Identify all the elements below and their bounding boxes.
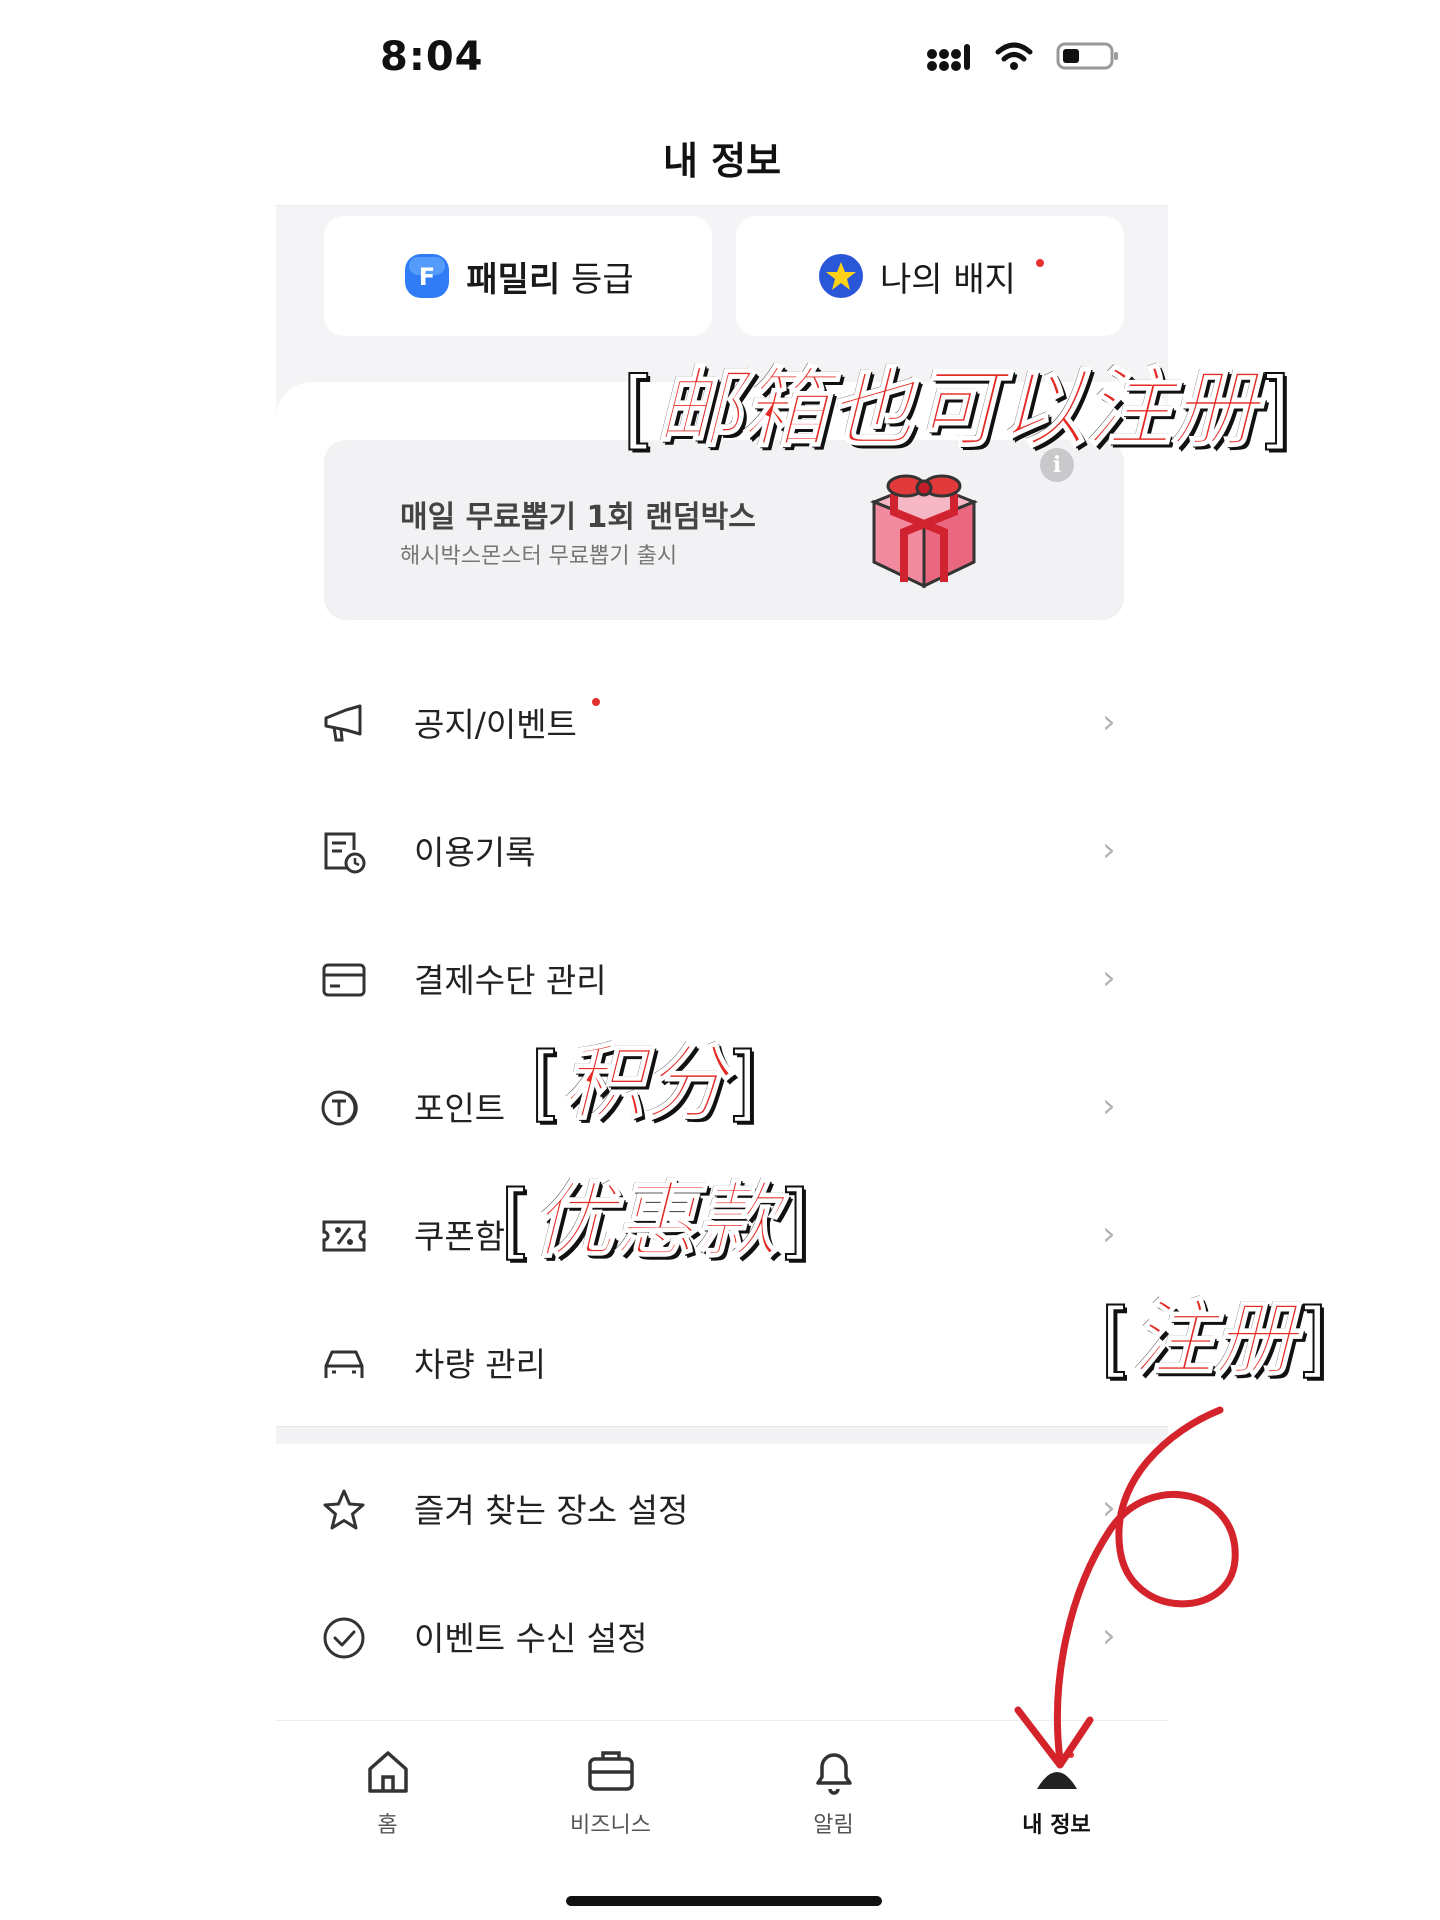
family-grade-label: 패밀리 등급 (466, 259, 634, 300)
menu-label: 쿠폰함 (414, 1217, 506, 1256)
chevron-right-icon: › (1102, 702, 1116, 742)
menu-label: 즐겨 찾는 장소 설정 (414, 1491, 689, 1530)
status-icons (926, 40, 1120, 72)
tab-label: 홈 (377, 1813, 398, 1838)
menu-label: 이용기록 (414, 833, 536, 872)
menu-item-history[interactable]: 이용기록 › (276, 786, 1168, 914)
annotation-email: [邮箱也可以注册] (621, 358, 1292, 460)
star-badge-icon (819, 254, 864, 298)
status-bar: 8:04 (0, 0, 1440, 110)
history-icon (324, 832, 366, 874)
family-grade-card[interactable]: F 패밀리 등급 (324, 216, 712, 336)
bell-icon (815, 1753, 852, 1795)
tab-label: 내 정보 (1022, 1813, 1091, 1838)
briefcase-icon (587, 1751, 634, 1791)
my-badge-label: 나의 배지 (880, 259, 1016, 300)
chevron-right-icon: › (1102, 958, 1116, 998)
wifi-icon (995, 42, 1033, 70)
my-badge-card[interactable]: 나의 배지 (736, 216, 1124, 336)
menu-label: 결제수단 관리 (414, 961, 607, 1000)
megaphone-icon (324, 704, 362, 742)
coupon-icon (322, 1220, 366, 1252)
top-cards: F 패밀리 등급 나의 배지 (324, 216, 1124, 336)
tab-label: 알림 (813, 1813, 854, 1838)
tab-business[interactable]: 비즈니스 (499, 1721, 722, 1860)
home-icon (367, 1751, 408, 1793)
car-icon (324, 1350, 364, 1378)
menu-label: 이벤트 수신 설정 (414, 1619, 648, 1658)
coin-icon (321, 1090, 358, 1126)
menu-item-notice-event[interactable]: 공지/이벤트 › (276, 658, 1168, 786)
card-icon (322, 963, 366, 997)
banner-subtitle: 해시박스몬스터 무료뽑기 출시 (400, 544, 678, 569)
svg-text:F: F (419, 263, 435, 291)
tab-label: 비즈니스 (570, 1813, 651, 1838)
app-header: 내 정보 (276, 110, 1168, 206)
notification-dot (1035, 259, 1044, 267)
tab-notifications[interactable]: 알림 (722, 1721, 945, 1860)
random-box-banner[interactable]: 매일 무료뽑기 1회 랜덤박스 해시박스몬스터 무료뽑기 출시 i (324, 440, 1124, 620)
home-indicator[interactable] (566, 1896, 882, 1906)
status-time: 8:04 (380, 34, 484, 80)
chevron-right-icon: › (1102, 830, 1116, 870)
check-circle-icon (323, 1617, 365, 1659)
tab-home[interactable]: 홈 (276, 1721, 499, 1860)
annotation-coupons: [优惠款] (499, 1173, 811, 1270)
menu-label: 포인트 (414, 1089, 506, 1128)
banner-title: 매일 무료뽑기 1회 랜덤박스 (400, 500, 756, 535)
annotation-points: [积分] (529, 1035, 759, 1132)
notification-dot (592, 698, 600, 706)
menu-label: 차량 관리 (414, 1345, 546, 1384)
gift-box-icon (869, 474, 979, 589)
chevron-right-icon: › (1102, 1214, 1116, 1254)
battery-icon (1056, 42, 1118, 70)
annotation-register: [注册] (1099, 1291, 1329, 1388)
menu-label: 공지/이벤트 (414, 705, 577, 744)
star-icon (323, 1489, 365, 1530)
family-badge-icon: F (405, 254, 450, 298)
signal-icon (927, 44, 970, 71)
page-title: 내 정보 (662, 139, 782, 183)
annotation-arrow (1014, 1406, 1239, 1769)
chevron-right-icon: › (1102, 1086, 1116, 1126)
